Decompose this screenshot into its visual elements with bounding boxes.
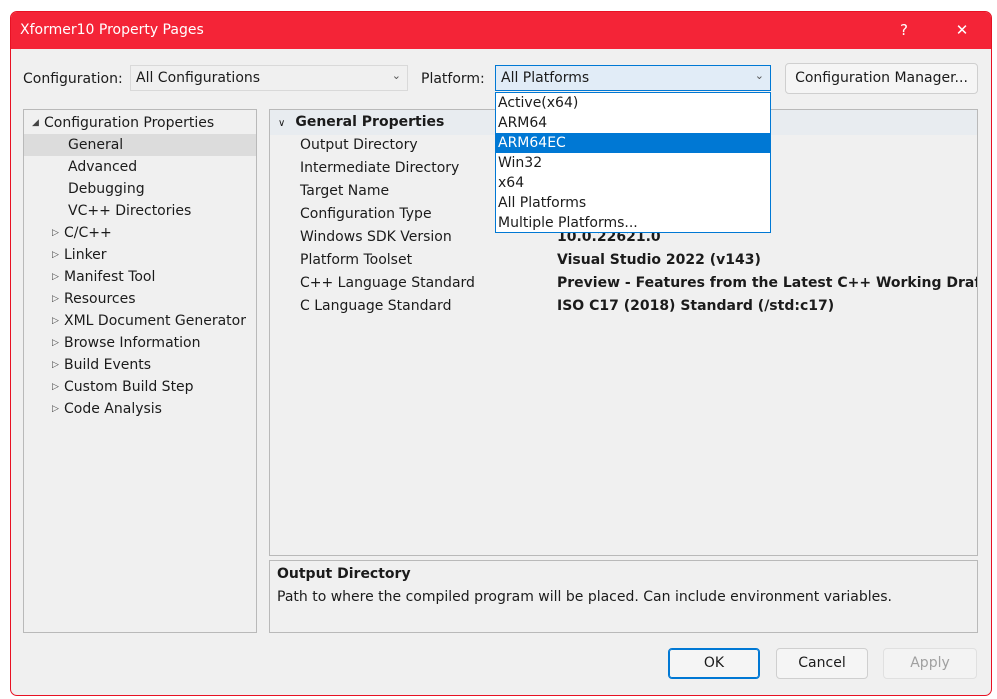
chevron-down-icon: ∨ (278, 118, 286, 129)
configuration-label: Configuration: (23, 71, 123, 87)
tree-item-code-analysis[interactable]: ▷ Code Analysis (52, 398, 162, 420)
platform-value: All Platforms (501, 70, 590, 86)
tree-item-xml-document-generator[interactable]: ▷ XML Document Generator (52, 310, 246, 332)
platform-option[interactable]: Active(x64) (496, 93, 770, 113)
collapsed-triangle-icon: ▷ (52, 338, 59, 348)
tree-item-browse-information[interactable]: ▷ Browse Information (52, 332, 200, 354)
property-name-target-name[interactable]: Target Name (300, 180, 389, 203)
section-header-general-properties[interactable]: ∨ General Properties (278, 111, 444, 134)
ok-button[interactable]: OK (668, 648, 760, 679)
tree-item-advanced[interactable]: Advanced (68, 156, 137, 178)
platform-option[interactable]: ARM64 (496, 113, 770, 133)
property-pages-dialog: Xformer10 Property Pages ? ✕ Configurati… (10, 11, 992, 696)
collapsed-triangle-icon: ▷ (52, 404, 59, 414)
window-title: Xformer10 Property Pages (20, 22, 204, 38)
tree-item-label: Custom Build Step (64, 379, 194, 395)
tree-item-label: Resources (64, 291, 136, 307)
tree-item-resources[interactable]: ▷ Resources (52, 288, 136, 310)
platform-option-highlighted[interactable]: ARM64EC (496, 133, 770, 153)
tree-item-linker[interactable]: ▷ Linker (52, 244, 107, 266)
property-name-output-directory[interactable]: Output Directory (300, 134, 418, 157)
description-panel: Output Directory Path to where the compi… (269, 560, 978, 633)
property-name-configuration-type[interactable]: Configuration Type (300, 203, 432, 226)
property-name-windows-sdk-version[interactable]: Windows SDK Version (300, 226, 452, 249)
close-button[interactable]: ✕ (939, 12, 985, 49)
expanded-triangle-icon: ◢ (32, 118, 39, 128)
chevron-down-icon: ⌄ (754, 69, 764, 82)
collapsed-triangle-icon: ▷ (52, 250, 59, 260)
tree-item-c-cpp[interactable]: ▷ C/C++ (52, 222, 112, 244)
tree-item-manifest-tool[interactable]: ▷ Manifest Tool (52, 266, 155, 288)
tree-item-build-events[interactable]: ▷ Build Events (52, 354, 151, 376)
platform-option[interactable]: x64 (496, 173, 770, 193)
chevron-down-icon: ⌄ (391, 69, 401, 82)
section-title: General Properties (295, 114, 445, 130)
platform-option[interactable]: All Platforms (496, 193, 770, 213)
platform-option[interactable]: Win32 (496, 153, 770, 173)
tree-item-label: Linker (64, 247, 107, 263)
property-value-cpp-language-standard[interactable]: Preview - Features from the Latest C++ W… (557, 272, 977, 295)
title-bar: Xformer10 Property Pages ? ✕ (11, 12, 991, 49)
collapsed-triangle-icon: ▷ (52, 360, 59, 370)
collapsed-triangle-icon: ▷ (52, 382, 59, 392)
collapsed-triangle-icon: ▷ (52, 316, 59, 326)
cancel-button[interactable]: Cancel (776, 648, 868, 679)
settings-tree: ◢ Configuration Properties General Advanc… (23, 109, 257, 633)
help-button[interactable]: ? (881, 12, 927, 49)
tree-root-configuration-properties[interactable]: ◢ Configuration Properties (32, 112, 214, 134)
platform-label: Platform: (421, 71, 485, 87)
platform-dropdown-list: Active(x64) ARM64 ARM64EC Win32 x64 All … (495, 92, 771, 233)
collapsed-triangle-icon: ▷ (52, 294, 59, 304)
property-value-c-language-standard[interactable]: ISO C17 (2018) Standard (/std:c17) (557, 295, 834, 318)
collapsed-triangle-icon: ▷ (52, 272, 59, 282)
property-name-platform-toolset[interactable]: Platform Toolset (300, 249, 412, 272)
property-name-intermediate-directory[interactable]: Intermediate Directory (300, 157, 459, 180)
property-name-c-language-standard[interactable]: C Language Standard (300, 295, 451, 318)
tree-item-label: Browse Information (64, 335, 201, 351)
platform-combo[interactable]: All Platforms ⌄ (495, 65, 771, 91)
tree-item-label: Build Events (64, 357, 151, 373)
tree-item-label: Configuration Properties (44, 115, 215, 131)
collapsed-triangle-icon: ▷ (52, 228, 59, 238)
tree-item-label: XML Document Generator (64, 313, 246, 329)
tree-item-label: Code Analysis (64, 401, 162, 417)
configuration-manager-button[interactable]: Configuration Manager... (785, 63, 978, 94)
tree-item-vc-directories[interactable]: VC++ Directories (68, 200, 191, 222)
tree-item-label: Manifest Tool (64, 269, 156, 285)
configuration-combo[interactable]: All Configurations ⌄ (130, 65, 408, 91)
property-value-platform-toolset[interactable]: Visual Studio 2022 (v143) (557, 249, 761, 272)
tree-item-debugging[interactable]: Debugging (68, 178, 145, 200)
tree-item-custom-build-step[interactable]: ▷ Custom Build Step (52, 376, 194, 398)
tree-item-general[interactable]: General (24, 134, 256, 156)
description-title: Output Directory (277, 566, 411, 582)
tree-item-label: C/C++ (64, 225, 112, 241)
configuration-value: All Configurations (136, 70, 261, 86)
description-text: Path to where the compiled program will … (277, 589, 892, 605)
platform-option[interactable]: Multiple Platforms... (496, 213, 770, 233)
tree-item-label: General (68, 137, 124, 153)
property-name-cpp-language-standard[interactable]: C++ Language Standard (300, 272, 475, 295)
apply-button[interactable]: Apply (883, 648, 977, 679)
